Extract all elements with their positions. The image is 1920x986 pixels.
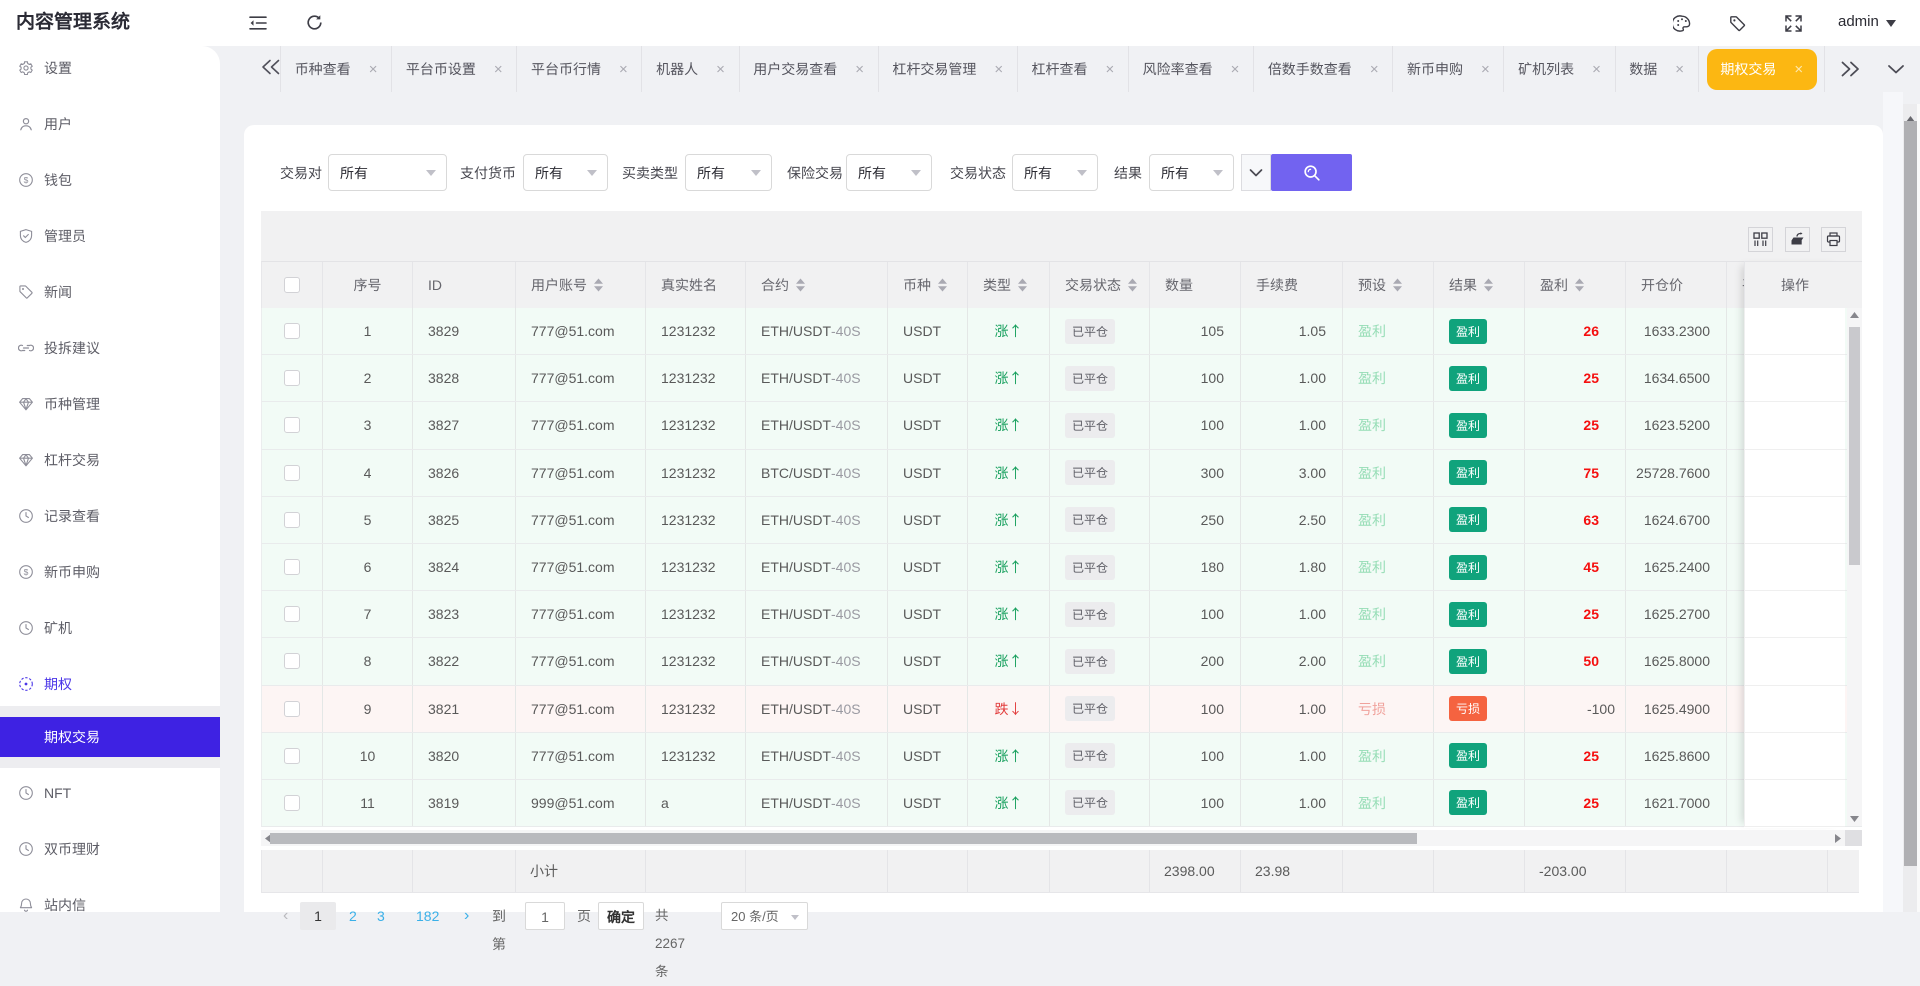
svg-text:$: $: [24, 567, 29, 577]
svg-text:$: $: [24, 175, 29, 185]
